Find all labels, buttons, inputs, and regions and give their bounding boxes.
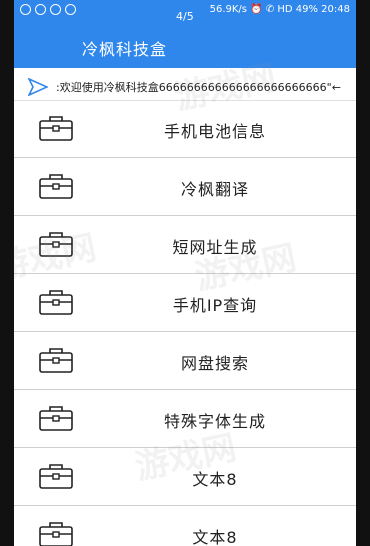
list-item-label: 手机电池信息: [163, 122, 266, 141]
briefcase-icon: [39, 348, 73, 373]
list-item[interactable]: 冷枫翻译: [14, 158, 356, 216]
list-item-label: 文本8: [192, 528, 238, 546]
list-item[interactable]: 手机IP查询: [14, 274, 356, 332]
briefcase-icon: [39, 522, 73, 546]
notification-icon: [20, 4, 31, 15]
briefcase-icon: [39, 406, 73, 431]
list-item-label: 网盘搜索: [180, 354, 249, 373]
briefcase-icon: [39, 290, 73, 315]
list-item[interactable]: 网盘搜索: [14, 332, 356, 390]
briefcase-icon: [39, 116, 73, 141]
briefcase-icon: [39, 174, 73, 199]
briefcase-icon: [39, 464, 73, 489]
list-item[interactable]: 文本8: [14, 506, 356, 546]
sync-icon: [50, 4, 61, 15]
phone-screen: 56.9K/s ⏰ ✆ HD 49% 20:48 4/5 冷枫科技盒 :欢迎使用…: [14, 0, 356, 546]
chat-icon: [35, 4, 46, 15]
app-bar: 冷枫科技盒: [14, 22, 356, 68]
list-item-label: 冷枫翻译: [180, 180, 249, 199]
message-icon: [65, 4, 76, 15]
status-left-icons: [20, 4, 76, 15]
status-right-text: 56.9K/s ⏰ ✆ HD 49% 20:48: [209, 4, 350, 15]
page-title: 冷枫科技盒: [82, 40, 168, 59]
send-icon: [28, 78, 48, 96]
